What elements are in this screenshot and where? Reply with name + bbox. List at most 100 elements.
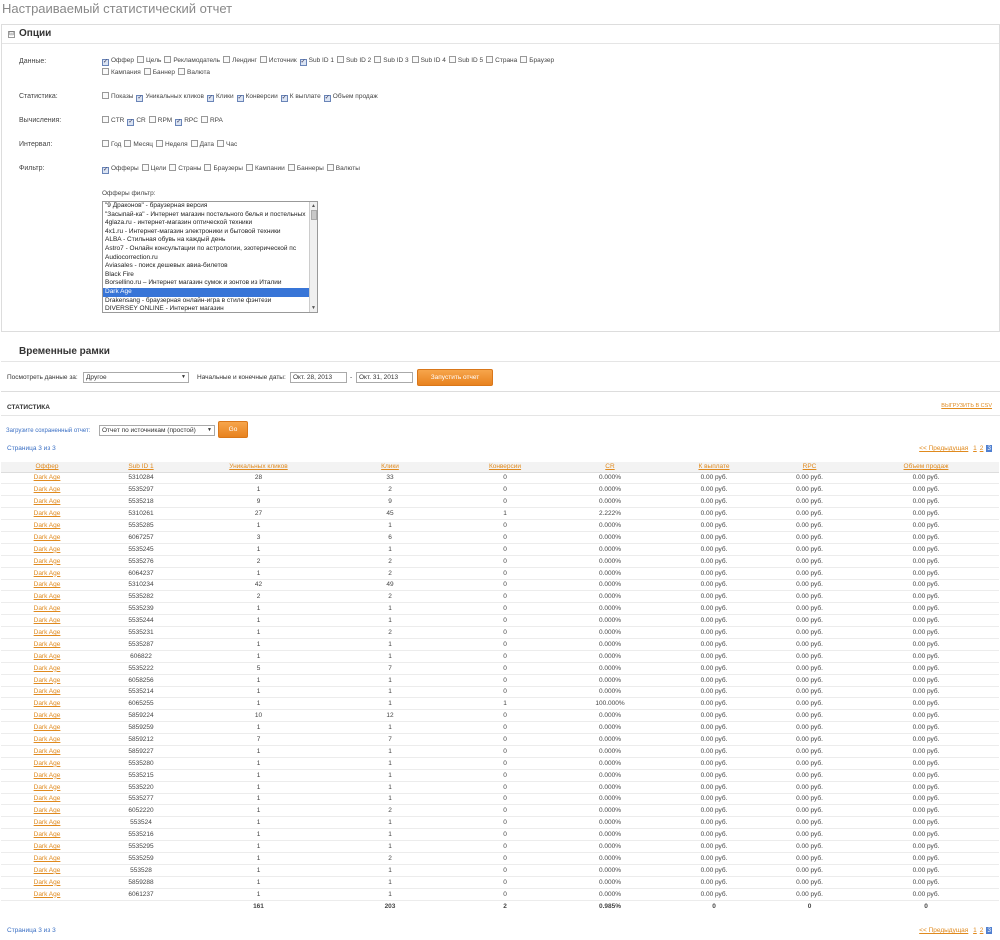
checkbox-empty-icon[interactable] <box>190 140 198 147</box>
sort-link[interactable]: Объем продаж <box>904 463 949 470</box>
checkbox-checked-icon[interactable]: ✓ <box>127 119 135 126</box>
offer-link[interactable]: Dark Age <box>34 760 61 767</box>
offer-link[interactable]: Dark Age <box>34 617 61 624</box>
option-checkbox[interactable]: Страны <box>169 163 201 175</box>
offer-link[interactable]: Dark Age <box>34 474 61 481</box>
checkbox-checked-icon[interactable]: ✓ <box>175 119 183 126</box>
option-checkbox[interactable]: Sub ID 4 <box>411 55 446 67</box>
option-checkbox[interactable]: ✓ RPC <box>175 115 198 127</box>
offer-option[interactable]: Astro7 - Онлайн консультации по астролог… <box>103 245 310 254</box>
offer-link[interactable]: Dark Age <box>34 558 61 565</box>
offer-link[interactable]: Dark Age <box>34 570 61 577</box>
option-checkbox[interactable]: ✓ Клики <box>206 91 234 103</box>
option-checkbox[interactable]: ✓ К выплате <box>280 91 321 103</box>
prev-page-link[interactable]: << Предыдущая <box>919 445 968 452</box>
go-button[interactable]: Go <box>218 421 248 438</box>
offer-link[interactable]: Dark Age <box>34 510 61 517</box>
option-checkbox[interactable]: Цели <box>141 163 166 175</box>
offer-link[interactable]: Dark Age <box>34 593 61 600</box>
offer-link[interactable]: Dark Age <box>34 498 61 505</box>
option-checkbox[interactable]: Неделя <box>155 139 188 151</box>
option-checkbox[interactable]: Показы <box>102 91 133 103</box>
checkbox-empty-icon[interactable] <box>155 140 163 147</box>
export-csv-link[interactable]: ВЫГРУЗИТЬ В CSV <box>941 403 992 409</box>
checkbox-empty-icon[interactable] <box>141 164 149 171</box>
checkbox-empty-icon[interactable] <box>102 140 109 147</box>
sort-link[interactable]: RPC <box>803 463 817 470</box>
offer-option[interactable]: ALBA - Стильная обувь на каждый день <box>103 236 310 245</box>
checkbox-empty-icon[interactable] <box>164 56 172 63</box>
option-checkbox[interactable]: RPM <box>148 115 172 127</box>
option-checkbox[interactable]: Sub ID 3 <box>374 55 409 67</box>
offer-link[interactable]: Dark Age <box>34 522 61 529</box>
offer-link[interactable]: Dark Age <box>34 688 61 695</box>
checkbox-empty-icon[interactable] <box>102 68 109 75</box>
checkbox-empty-icon[interactable] <box>178 68 186 75</box>
option-checkbox[interactable]: Кампания <box>102 67 141 79</box>
option-checkbox[interactable]: Браузеры <box>204 163 243 175</box>
page-link-1[interactable]: 1 <box>973 927 977 934</box>
offer-link[interactable]: Dark Age <box>34 677 61 684</box>
page-link-3[interactable]: 3 <box>986 927 992 934</box>
offer-link[interactable]: Dark Age <box>34 605 61 612</box>
checkbox-empty-icon[interactable] <box>223 56 231 63</box>
offer-option[interactable]: "9 Драконов" - браузерная версия <box>103 202 310 211</box>
checkbox-empty-icon[interactable] <box>102 92 109 99</box>
checkbox-empty-icon[interactable] <box>217 140 225 147</box>
option-checkbox[interactable]: ✓ Офферы <box>102 163 139 175</box>
offer-link[interactable]: Dark Age <box>34 641 61 648</box>
option-checkbox[interactable]: Кампании <box>245 163 285 175</box>
offer-link[interactable]: Dark Age <box>34 665 61 672</box>
offer-link[interactable]: Dark Age <box>34 879 61 886</box>
offer-option[interactable]: 4glaza.ru - интернет-магазин оптической … <box>103 219 310 228</box>
page-link-3[interactable]: 3 <box>986 445 992 452</box>
checkbox-empty-icon[interactable] <box>169 164 177 171</box>
prev-page-link[interactable]: << Предыдущая <box>919 927 968 934</box>
option-checkbox[interactable]: CTR <box>102 115 124 127</box>
offer-option[interactable]: Aviasales - поиск дешевых авиа-билетов <box>103 262 310 271</box>
offer-option[interactable]: Borsellino.ru – Интернет магазин сумок и… <box>103 279 310 288</box>
sort-link[interactable]: Конверсии <box>489 463 521 470</box>
page-link-2[interactable]: 2 <box>980 445 984 452</box>
checkbox-checked-icon[interactable]: ✓ <box>102 59 109 66</box>
offer-link[interactable]: Dark Age <box>34 534 61 541</box>
offer-option[interactable]: Dark Age <box>103 287 310 297</box>
sort-link[interactable]: Уникальных кликов <box>229 463 287 470</box>
checkbox-empty-icon[interactable] <box>148 116 156 123</box>
offer-link[interactable]: Dark Age <box>34 748 61 755</box>
offer-link[interactable]: Dark Age <box>34 546 61 553</box>
offer-link[interactable]: Dark Age <box>34 807 61 814</box>
end-date-input[interactable]: Окт. 31, 2013 <box>356 372 413 383</box>
offer-option[interactable]: DIVERSEY ONLINE - Интернет магазин <box>103 305 310 312</box>
offer-link[interactable]: Dark Age <box>34 724 61 731</box>
saved-report-select[interactable]: Отчет по источникам (простой) ▼ <box>99 425 215 436</box>
sort-link[interactable]: Sub ID 1 <box>128 463 153 470</box>
offer-link[interactable]: Dark Age <box>34 819 61 826</box>
sort-link[interactable]: Клики <box>381 463 399 470</box>
checkbox-empty-icon[interactable] <box>287 164 295 171</box>
option-checkbox[interactable]: Год <box>102 139 121 151</box>
option-checkbox[interactable]: Валюта <box>178 67 210 79</box>
collapse-icon[interactable]: ⊟ <box>8 31 15 38</box>
option-checkbox[interactable]: Страна <box>486 55 517 67</box>
option-checkbox[interactable]: Час <box>217 139 237 151</box>
checkbox-empty-icon[interactable] <box>326 164 334 171</box>
offer-link[interactable]: Dark Age <box>34 736 61 743</box>
offer-link[interactable]: Dark Age <box>34 795 61 802</box>
option-checkbox[interactable]: Валюты <box>326 163 360 175</box>
checkbox-empty-icon[interactable] <box>102 116 109 123</box>
offer-link[interactable]: Dark Age <box>34 486 61 493</box>
option-checkbox[interactable]: Месяц <box>124 139 153 151</box>
checkbox-empty-icon[interactable] <box>143 68 151 75</box>
option-checkbox[interactable]: RPA <box>200 115 223 127</box>
offer-link[interactable]: Dark Age <box>34 867 61 874</box>
option-checkbox[interactable]: ✓ Оффер <box>102 55 134 67</box>
options-header[interactable]: ⊟ Опции <box>2 25 999 44</box>
checkbox-empty-icon[interactable] <box>486 56 494 63</box>
offers-scrollbar[interactable]: ▲ ▼ <box>309 202 317 312</box>
offer-link[interactable]: Dark Age <box>34 831 61 838</box>
option-checkbox[interactable]: Цель <box>136 55 161 67</box>
offer-option[interactable]: Audiocorrection.ru <box>103 254 310 263</box>
offer-option[interactable]: "Засыпай-ка" - Интернет магазин постельн… <box>103 211 310 220</box>
offers-filter-list[interactable]: "9 Драконов" - браузерная версия "Засыпай… <box>102 201 318 313</box>
